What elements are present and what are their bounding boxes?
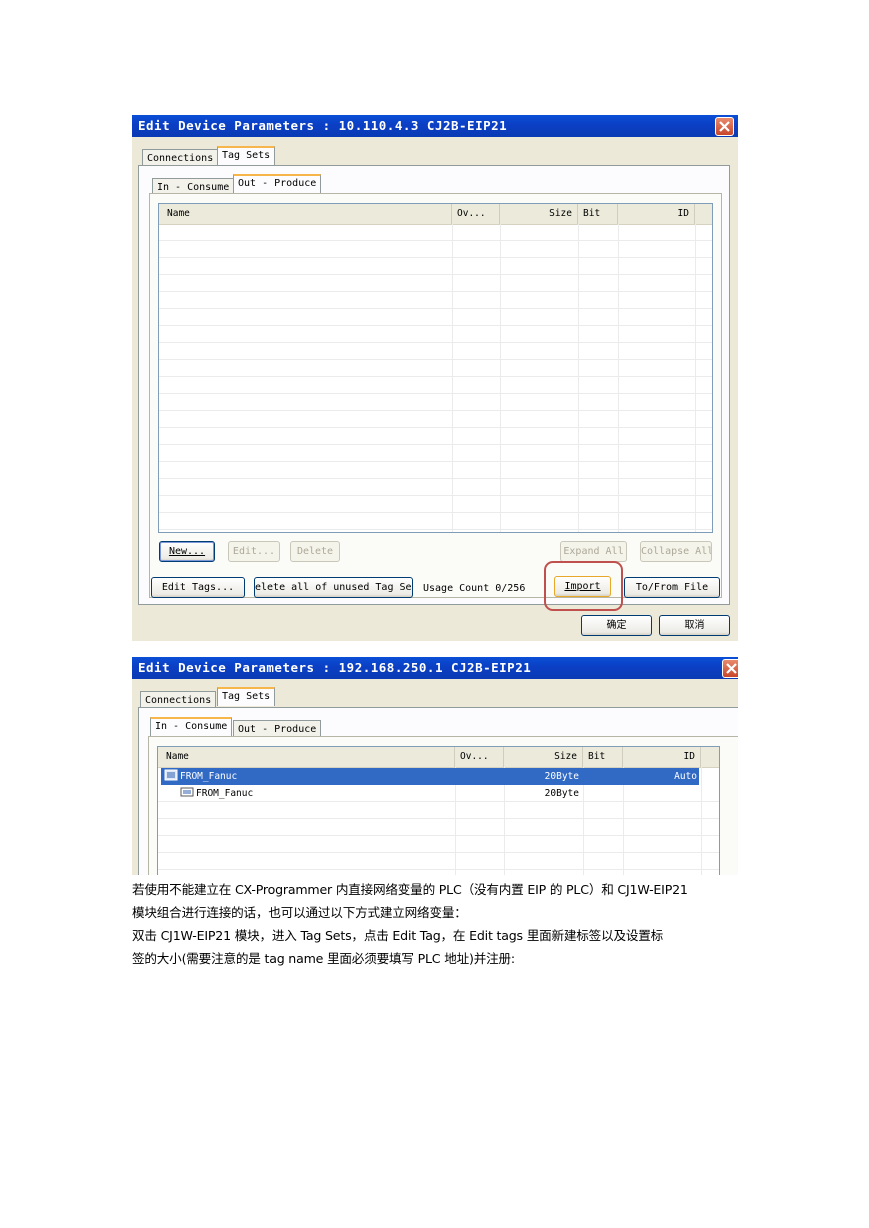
paragraph-line-4: 签的大小(需要注意的是 tag name 里面必须要填写 PLC 地址)并注册:	[132, 951, 515, 966]
table-row	[159, 496, 712, 513]
table-row	[159, 445, 712, 462]
table-row	[159, 411, 712, 428]
tab-out-produce[interactable]: Out - Produce	[233, 720, 322, 737]
col-size[interactable]: Size	[500, 204, 578, 224]
tab-in-consume[interactable]: In - Consume	[150, 717, 233, 736]
tab-connections[interactable]: Connections	[140, 691, 217, 708]
col-ov[interactable]: Ov...	[455, 747, 504, 767]
usage-count: Usage Count 0/256	[423, 583, 526, 594]
table-row	[158, 853, 719, 870]
table-row	[159, 394, 712, 411]
row-size: 20Byte	[544, 771, 579, 782]
col-size[interactable]: Size	[504, 747, 583, 767]
delete-button[interactable]: Delete	[290, 541, 340, 562]
ok-button[interactable]: 确定	[581, 615, 652, 636]
paragraph-line-2: 模块组合进行连接的话，也可以通过以下方式建立网络变量：	[132, 905, 467, 920]
table-row	[159, 343, 712, 360]
table-row	[159, 241, 712, 258]
delete-unused-tag-set-button[interactable]: elete all of unused Tag Set	[254, 577, 413, 598]
grid-header: Name Ov... Size Bit ID	[158, 747, 719, 768]
tab-out-produce[interactable]: Out - Produce	[233, 174, 322, 193]
table-row	[159, 224, 712, 241]
expand-all-button[interactable]: Expand All	[560, 541, 627, 562]
table-row	[159, 360, 712, 377]
close-icon	[726, 663, 737, 674]
collapse-all-button[interactable]: Collapse All	[640, 541, 712, 562]
paragraph-line-1: 若使用不能建立在 CX-Programmer 内直接网络变量的 PLC（没有内置…	[132, 882, 688, 897]
row-name: FROM_Fanuc	[180, 771, 238, 782]
table-row	[159, 292, 712, 309]
table-row	[158, 819, 719, 836]
table-row[interactable]	[161, 768, 699, 785]
table-row	[159, 428, 712, 445]
table-row	[158, 802, 719, 819]
tag-grid[interactable]: Name Ov... Size Bit ID	[158, 203, 713, 533]
row-id: Auto	[674, 771, 697, 782]
edit-device-parameters-dialog-2: Edit Device Parameters : 192.168.250.1 C…	[132, 657, 738, 875]
table-row	[158, 870, 719, 875]
col-bit[interactable]: Bit	[578, 204, 618, 224]
cancel-button[interactable]: 取消	[659, 615, 730, 636]
tag-grid[interactable]: Name Ov... Size Bit ID FROM_Fanuc 20Byte…	[157, 746, 720, 875]
edit-device-parameters-dialog-1: Edit Device Parameters : 10.110.4.3 CJ2B…	[132, 115, 738, 641]
table-row	[159, 258, 712, 275]
table-row	[159, 513, 712, 530]
col-id[interactable]: ID	[623, 747, 701, 767]
import-button[interactable]: Import	[554, 576, 611, 597]
close-icon	[719, 121, 730, 132]
dialog-2-title: Edit Device Parameters : 192.168.250.1 C…	[132, 657, 738, 679]
table-row	[158, 836, 719, 853]
edit-tags-button[interactable]: Edit Tags...	[151, 577, 245, 598]
close-button[interactable]	[715, 117, 734, 136]
col-bit[interactable]: Bit	[583, 747, 623, 767]
col-id[interactable]: ID	[618, 204, 695, 224]
tab-connections[interactable]: Connections	[142, 149, 219, 166]
table-row	[159, 309, 712, 326]
col-name[interactable]: Name	[161, 747, 455, 767]
row-name: FROM_Fanuc	[196, 788, 254, 799]
tab-tag-sets[interactable]: Tag Sets	[217, 146, 276, 165]
col-ov[interactable]: Ov...	[452, 204, 500, 224]
to-from-file-button[interactable]: To/From File	[624, 577, 720, 598]
close-button[interactable]	[722, 659, 738, 678]
paragraph-line-3: 双击 CJ1W-EIP21 模块，进入 Tag Sets，点击 Edit Tag…	[132, 928, 664, 943]
table-row	[159, 326, 712, 343]
col-name[interactable]: Name	[162, 204, 452, 224]
table-row	[159, 479, 712, 496]
table-row	[159, 275, 712, 292]
row-size: 20Byte	[544, 788, 579, 799]
grid-header: Name Ov... Size Bit ID	[159, 204, 712, 225]
tab-tag-sets[interactable]: Tag Sets	[217, 687, 276, 706]
edit-button[interactable]: Edit...	[228, 541, 280, 562]
table-row	[159, 462, 712, 479]
dialog-1-title: Edit Device Parameters : 10.110.4.3 CJ2B…	[132, 115, 738, 137]
new-button[interactable]: New...	[159, 541, 215, 562]
table-row	[159, 377, 712, 394]
